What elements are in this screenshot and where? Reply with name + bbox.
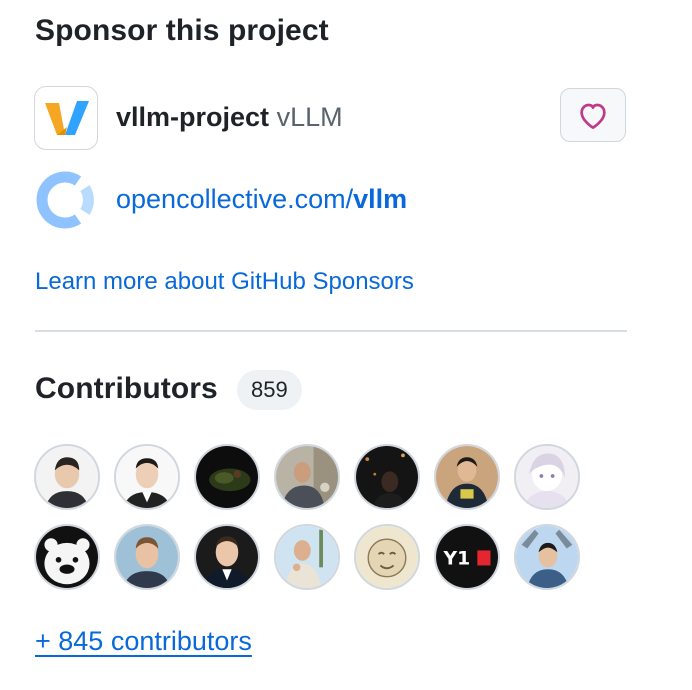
contributor-avatar-2[interactable] [114,444,180,510]
contributor-avatar-3[interactable] [194,444,260,510]
contributor-avatar-8[interactable] [34,524,100,590]
contributor-avatar-9[interactable] [114,524,180,590]
opencollective-logo-icon [34,168,98,232]
contributor-avatar-6[interactable] [434,444,500,510]
more-contributors-link[interactable]: + 845 contributors [35,626,252,657]
contributor-avatar-7[interactable] [514,444,580,510]
funding-prefix: opencollective.com/ [116,184,354,214]
sponsor-button[interactable] [560,88,626,142]
sponsor-org[interactable]: vllm-project vLLM [116,102,343,133]
sponsor-heading: Sponsor this project [35,14,329,47]
divider [35,330,627,332]
org-login[interactable]: vllm-project [116,102,269,132]
funding-handle: vllm [353,184,408,214]
contributor-avatar-14[interactable] [514,524,580,590]
heart-icon [580,103,606,129]
contributor-avatar-4[interactable] [274,444,340,510]
contributor-avatar-11[interactable] [274,524,340,590]
contributor-avatar-10[interactable] [194,524,260,590]
contributor-avatar-12[interactable] [354,524,420,590]
contributors-heading[interactable]: Contributors [35,372,218,406]
contributors-count-badge: 859 [237,370,302,410]
learn-more-link[interactable]: Learn more about GitHub Sponsors [35,268,414,296]
contributor-avatar-1[interactable] [34,444,100,510]
vllm-logo-icon[interactable] [34,86,98,150]
contributor-avatar-5[interactable] [354,444,420,510]
contributor-avatar-13[interactable]: Y1 [434,524,500,590]
opencollective-link[interactable]: opencollective.com/vllm [116,184,407,215]
org-name: vLLM [276,102,343,132]
avatar-text: Y1 [443,549,471,570]
